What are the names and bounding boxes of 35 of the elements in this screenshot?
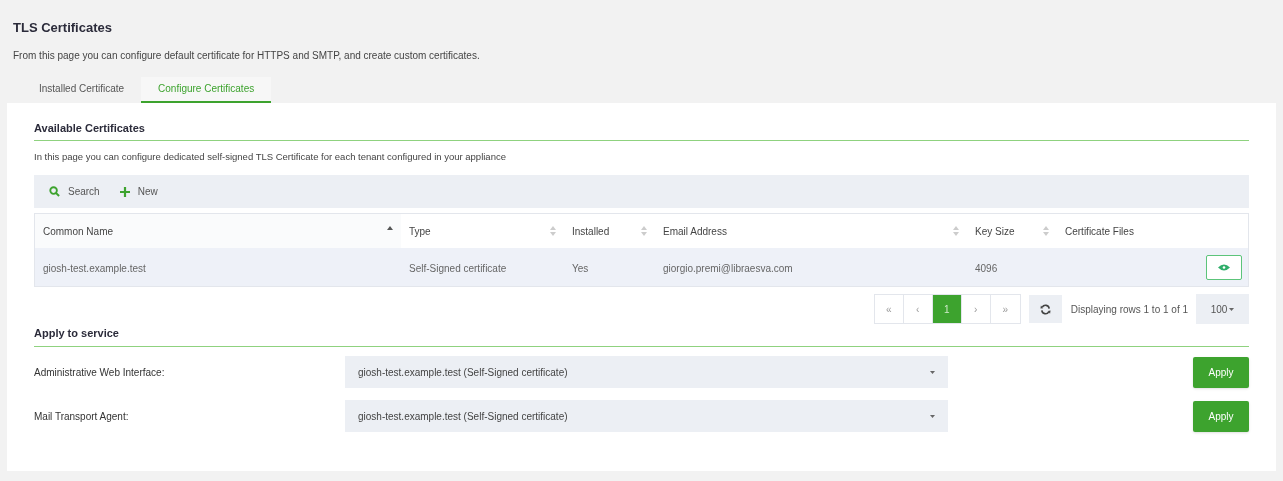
page-size-select[interactable]: 100 [1196,294,1249,325]
certificate-select[interactable]: giosh-test.example.test (Self-Signed certificate) [345,400,948,433]
table-cell: giorgio.premi@libraesva.com [663,263,793,275]
search-button[interactable]: Search [49,184,100,200]
table-cell: giosh-test.example.test [43,263,146,275]
table-cell: Yes [572,263,589,275]
column-header[interactable]: Certificate Files [1065,223,1134,239]
table-cell: Self-Signed certificate [409,263,507,275]
refresh-button[interactable] [1028,295,1062,324]
service-label: Mail Transport Agent: [34,409,130,424]
caret-icon [930,414,935,418]
page-title: TLS Certificates [13,19,113,37]
section-title: Apply to service [34,326,120,342]
search-icon [49,186,60,198]
column-header[interactable]: Key Size [975,223,1015,239]
column-header[interactable]: Email Address [663,223,727,239]
column-header[interactable]: Common Name [43,223,114,239]
section-description: In this page you can configure dedicated self-signed TLS Certificate for each tenant configured in your appliance [34,150,507,164]
refresh-icon [1039,303,1051,315]
service-label: Administrative Web Interface: [34,365,166,380]
plus-icon [119,186,130,197]
page-description: From this page you can configure default certificate for HTTPS and SMTP, and create custom certificates. [13,48,481,63]
column-header[interactable]: Type [409,223,431,239]
pagination-info: Displaying rows 1 to 1 of 1 [1070,302,1188,317]
eye-icon [1218,263,1230,271]
column-header[interactable]: Installed [572,223,610,239]
certificate-select[interactable]: giosh-test.example.test (Self-Signed certificate) [345,356,948,389]
caret-icon [930,370,935,374]
tab[interactable]: Installed Certificate [22,76,142,103]
caret-icon [1229,307,1235,311]
table-cell: 4096 [975,263,998,275]
new-button[interactable]: New [119,184,158,200]
table-row[interactable]: giosh-test.example.test Self-Signed certificate Yes giorgio.premi@libraesva.com 4096 [35,248,1248,287]
view-button[interactable] [1206,254,1242,280]
section-title: Available Certificates [34,120,146,136]
